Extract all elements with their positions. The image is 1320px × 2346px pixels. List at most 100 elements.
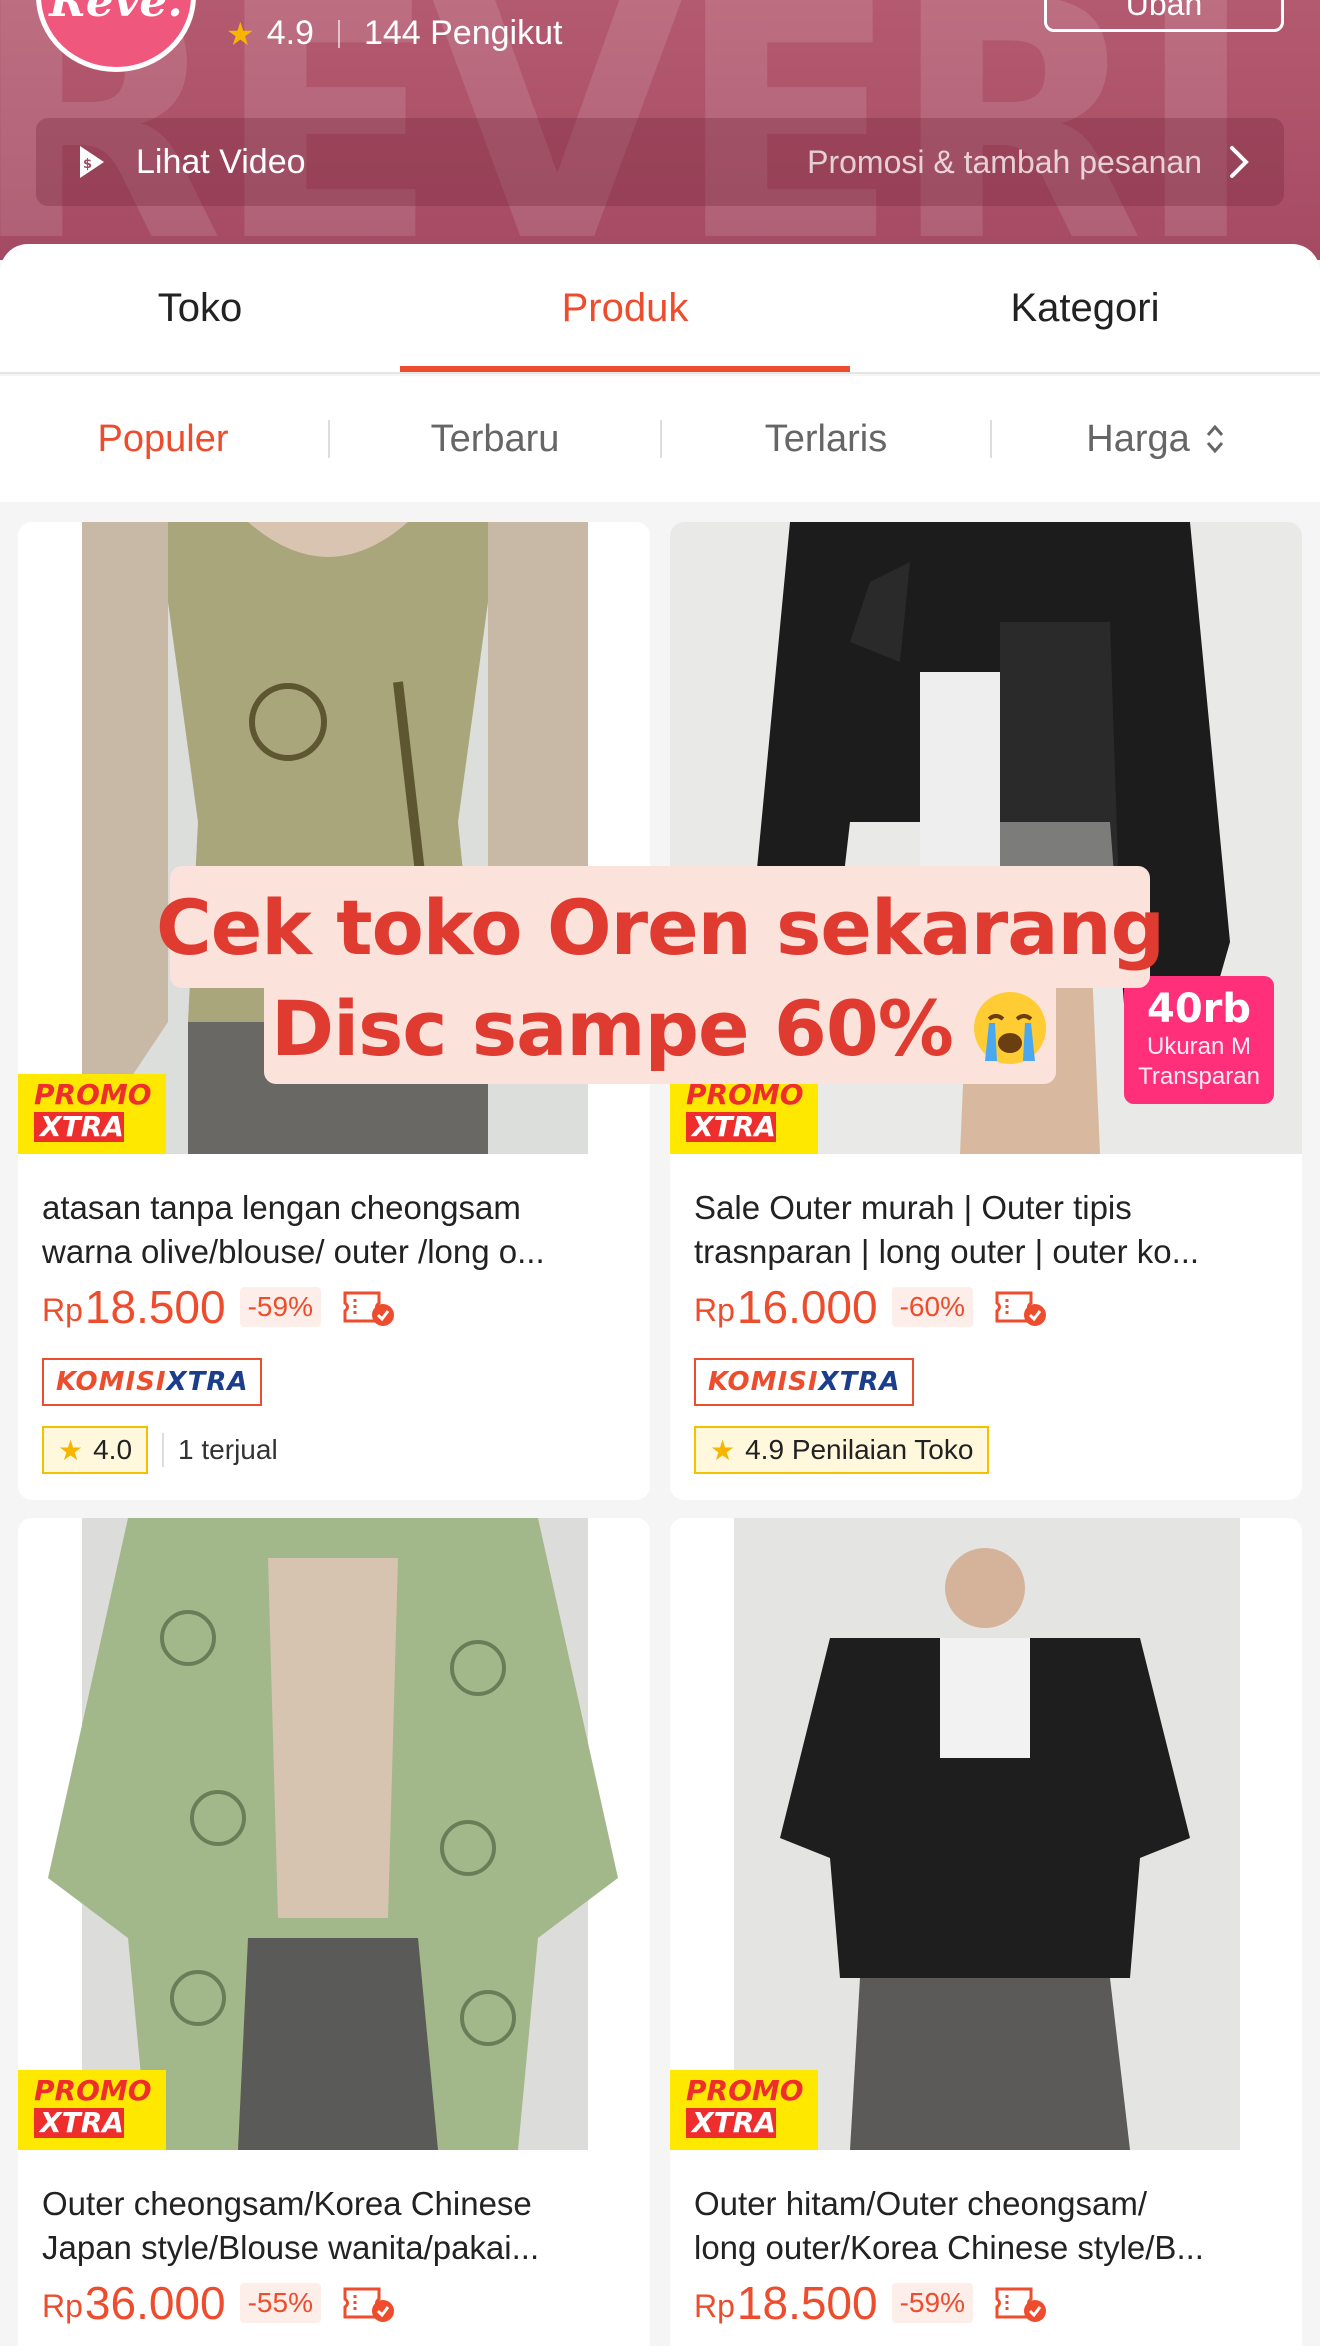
discount-badge: -60% [891, 1287, 973, 1327]
product-price: 18.500 [736, 2277, 878, 2329]
komisi-label: KOMISI [708, 1367, 819, 1397]
tab-label: Toko [157, 285, 243, 330]
product-title: Outer cheongsam/Korea Chinese Japan styl… [42, 2182, 632, 2270]
shop-stats: ★ 4.9 144 Pengikut [226, 14, 562, 53]
stats-divider [337, 19, 340, 48]
product-card[interactable]: PROMO XTRA Outer hitam/Outer cheongsam/ … [670, 1518, 1302, 2346]
product-image[interactable]: PROMO XTRA [18, 1518, 650, 2150]
video-play-icon: $ [80, 146, 104, 178]
product-meta: ★ 4.9 Penilaian Toko [694, 1426, 990, 1474]
product-title-line: trasnparan | long outer | outer ko... [694, 1233, 1200, 1270]
sort-harga[interactable]: Harga [992, 376, 1320, 502]
price-row: Rp 18.500 -59% [42, 1280, 397, 1334]
product-image[interactable]: PROMO XTRA [670, 1518, 1302, 2150]
promo-line: PROMO [686, 1078, 804, 1111]
tag-price: 40rb [1146, 986, 1252, 1032]
tab-produk[interactable]: Produk [400, 244, 850, 372]
shop-rating-badge: ★ 4.9 Penilaian Toko [694, 1426, 990, 1474]
tab-toko[interactable]: Toko [0, 244, 400, 372]
product-title: Sale Outer murah | Outer tipis trasnpara… [694, 1186, 1284, 1274]
star-icon: ★ [226, 15, 255, 52]
product-title: Outer hitam/Outer cheongsam/ long outer/… [694, 2182, 1284, 2270]
price-row: Rp 18.500 -59% [694, 2276, 1049, 2330]
sort-label: Harga [1086, 417, 1190, 460]
discount-badge: -59% [891, 2283, 973, 2323]
voucher-icon [343, 1291, 394, 1326]
product-title-line: warna olive/blouse/ outer /long o... [42, 1233, 545, 1270]
sort-updown-icon [1206, 424, 1223, 454]
star-icon: ★ [710, 1434, 736, 1466]
product-title-line: Sale Outer murah | Outer tipis [694, 1189, 1132, 1226]
overlay-caption-line2: Disc sampe 60% [264, 972, 1056, 1084]
product-card[interactable]: PROMO XTRA Outer cheongsam/Korea Chinese… [18, 1518, 650, 2346]
active-tab-indicator [400, 366, 850, 372]
price-row: Rp 16.000 -60% [694, 1280, 1049, 1334]
komisi-xtra-badge: KOMISI XTRA [694, 1358, 915, 1406]
price-currency: Rp [694, 2287, 735, 2324]
sort-terbaru[interactable]: Terbaru [330, 376, 660, 502]
sort-label: Terbaru [430, 417, 560, 460]
rating-value: 4.0 [93, 1434, 133, 1465]
price-currency: Rp [694, 1291, 735, 1328]
size-price-tag: 40rb Ukuran M Transparan [1124, 976, 1274, 1104]
tag-note: Transparan [1138, 1063, 1260, 1090]
shop-header: REVERI Reve. ★ 4.9 144 Pengikut Ubah $ L… [0, 0, 1320, 260]
tag-size: Ukuran M [1146, 1033, 1252, 1060]
tab-kategori[interactable]: Kategori [850, 244, 1320, 372]
product-price: 18.500 [84, 1281, 226, 1333]
video-promo-text: Promosi & tambah pesanan [807, 143, 1202, 180]
promo-line: PROMO [34, 2074, 152, 2107]
shop-tabs: Toko Produk Kategori [0, 244, 1320, 374]
voucher-icon [995, 2287, 1046, 2322]
sort-populer[interactable]: Populer [0, 376, 326, 502]
product-title-line: Japan style/Blouse wanita/pakai... [42, 2229, 540, 2266]
tab-label: Produk [561, 285, 689, 330]
crying-face-icon [973, 992, 1046, 1064]
caption-text: Disc sampe 60% [271, 983, 954, 1073]
shop-rating: 4.9 [266, 14, 314, 52]
shop-rating-value: 4.9 Penilaian Toko [745, 1434, 974, 1465]
voucher-icon [995, 1291, 1046, 1326]
xtra-line: XTRA [34, 2108, 124, 2138]
edit-shop-label: Ubah [1125, 0, 1203, 22]
sort-bar: Populer Terbaru Terlaris Harga [0, 376, 1320, 502]
product-title-line: Outer cheongsam/Korea Chinese [42, 2185, 532, 2222]
overlay-caption-line1: Cek toko Oren sekarang [156, 866, 1165, 988]
product-title-line: Outer hitam/Outer cheongsam/ [694, 2185, 1148, 2222]
voucher-icon [343, 2287, 394, 2322]
shop-followers: 144 Pengikut [363, 14, 563, 52]
promo-xtra-badge: PROMO XTRA [670, 2070, 818, 2150]
edit-shop-button[interactable]: Ubah [1044, 0, 1284, 32]
sold-count: 1 terjual [162, 1433, 278, 1467]
product-title-line: long outer/Korea Chinese style/B... [694, 2229, 1204, 2266]
product-price: 36.000 [84, 2277, 226, 2329]
komisi-xtra-label: XTRA [818, 1367, 901, 1397]
product-title-line: atasan tanpa lengan cheongsam [42, 1189, 521, 1226]
sort-label: Populer [97, 417, 229, 460]
promo-line: PROMO [686, 2074, 804, 2107]
sort-terlaris[interactable]: Terlaris [662, 376, 990, 502]
svg-text:$: $ [83, 157, 92, 172]
promo-line: PROMO [34, 1078, 152, 1111]
product-price: 16.000 [736, 1281, 878, 1333]
discount-badge: -55% [239, 2283, 321, 2323]
komisi-xtra-badge: KOMISI XTRA [42, 1358, 263, 1406]
xtra-line: XTRA [686, 1112, 776, 1142]
sort-label: Terlaris [764, 417, 888, 460]
green-cheongsam-outer-photo [18, 1518, 650, 2150]
discount-badge: -59% [239, 1287, 321, 1327]
caption-text: Cek toko Oren sekarang [155, 882, 1165, 972]
xtra-line: XTRA [686, 2108, 776, 2138]
price-currency: Rp [42, 1291, 83, 1328]
shop-logo-text: Reve. [49, 0, 183, 27]
xtra-line: XTRA [34, 1112, 124, 1142]
price-row: Rp 36.000 -55% [42, 2276, 397, 2330]
komisi-label: KOMISI [56, 1367, 167, 1397]
komisi-xtra-label: XTRA [166, 1367, 249, 1397]
promo-xtra-badge: PROMO XTRA [18, 2070, 166, 2150]
tab-label: Kategori [1010, 285, 1160, 330]
shop-page: REVERI Reve. ★ 4.9 144 Pengikut Ubah $ L… [0, 0, 1320, 2346]
video-promo-bar[interactable]: $ Lihat Video Promosi & tambah pesanan [36, 118, 1284, 206]
star-icon: ★ [58, 1434, 84, 1466]
promo-xtra-badge: PROMO XTRA [670, 1074, 818, 1154]
